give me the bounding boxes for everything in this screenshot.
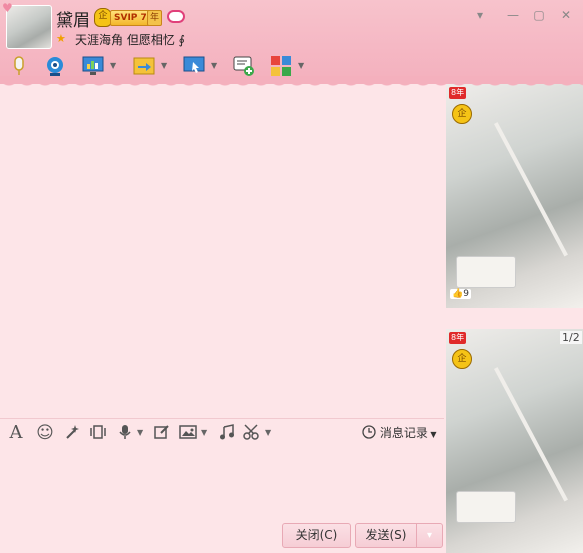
scallop-border — [0, 76, 583, 90]
send-button[interactable]: 发送(S) — [355, 523, 417, 548]
image-icon[interactable] — [179, 424, 197, 442]
send-options-dropdown[interactable]: ▾ — [416, 523, 443, 548]
input-toolbar: A ☺ ▼ ▼ ▼ 消息记录 ▼ — [0, 418, 444, 447]
title-bar: ♥ 黛眉 企 SVIP 7 年 ★ 天涯海角 但愿相忆 ∮ ▾ — ▢ ✕ ▼ … — [0, 0, 583, 84]
heart-icon: ♥ — [2, 1, 13, 15]
apps-icon[interactable] — [270, 55, 292, 77]
remote-desktop-icon[interactable] — [183, 55, 205, 77]
year-badge-icon: 8年 — [449, 332, 467, 344]
clock-icon — [362, 425, 376, 439]
new-message-icon[interactable] — [233, 55, 255, 77]
file-transfer-icon[interactable] — [133, 55, 155, 77]
edit-icon[interactable] — [153, 424, 171, 442]
chevron-down-icon[interactable]: ▼ — [201, 428, 207, 437]
like-count-badge[interactable]: 👍9 — [450, 289, 471, 299]
screenshot-scissors-icon[interactable] — [243, 424, 261, 442]
contact-signature: 天涯海角 但愿相忆 ∮ — [75, 33, 185, 47]
screen-share-icon[interactable] — [82, 55, 104, 77]
message-history-button[interactable]: 消息记录 ▼ — [362, 424, 437, 441]
qq-penguin-icon: 企 — [452, 104, 472, 124]
contact-show-photo-2[interactable]: 8年 企 — [446, 329, 583, 553]
dropdown-menu-icon[interactable]: ▾ — [469, 6, 491, 24]
maximize-button[interactable]: ▢ — [528, 6, 550, 24]
contact-avatar[interactable] — [6, 5, 52, 49]
history-label: 消息记录 — [379, 426, 428, 440]
contact-show-photo[interactable]: 8年 企 👍9 — [446, 84, 583, 308]
star-icon: ★ — [56, 32, 66, 45]
page-indicator: 1/2 — [560, 331, 582, 344]
font-icon[interactable]: A — [7, 424, 25, 442]
bag-strap — [494, 122, 568, 257]
chevron-down-icon: ▼ — [427, 430, 437, 439]
minimize-button[interactable]: — — [502, 6, 524, 24]
chevron-down-icon[interactable]: ▼ — [265, 428, 271, 437]
screen-shake-icon[interactable] — [89, 424, 107, 442]
contact-name: 黛眉 — [56, 11, 90, 31]
chevron-down-icon[interactable]: ▼ — [211, 61, 217, 70]
camera-icon[interactable] — [44, 55, 66, 77]
emoji-icon[interactable]: ☺ — [36, 424, 54, 442]
svip-badge[interactable]: SVIP 7 — [110, 10, 151, 26]
close-window-button[interactable]: ✕ — [555, 6, 577, 24]
music-icon[interactable] — [218, 424, 236, 442]
close-button[interactable]: 关闭(C) — [282, 523, 351, 548]
handbag — [456, 491, 516, 523]
chevron-down-icon[interactable]: ▼ — [137, 428, 143, 437]
bag-strap — [494, 367, 568, 502]
voice-message-icon[interactable] — [116, 424, 134, 442]
chevron-down-icon[interactable]: ▼ — [161, 61, 167, 70]
message-display-area[interactable] — [0, 84, 444, 418]
magic-wand-icon[interactable] — [63, 424, 81, 442]
friendship-icon[interactable] — [167, 10, 185, 23]
handbag — [456, 256, 516, 288]
year-badge[interactable]: 年 — [147, 10, 163, 26]
chevron-down-icon[interactable]: ▼ — [110, 61, 116, 70]
chevron-down-icon[interactable]: ▼ — [298, 61, 304, 70]
qq-penguin-icon: 企 — [452, 349, 472, 369]
microphone-icon[interactable] — [8, 55, 30, 77]
